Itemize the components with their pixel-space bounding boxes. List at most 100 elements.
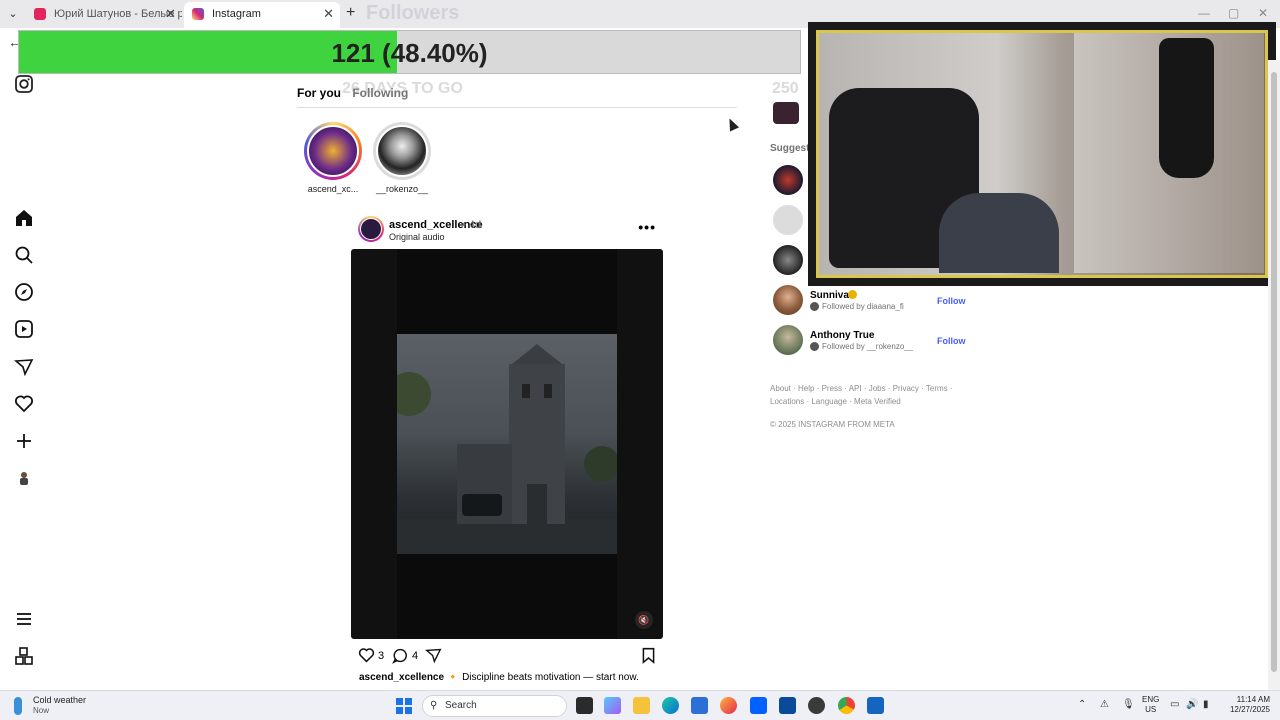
close-tab-icon[interactable]: ✕ — [323, 2, 334, 26]
copilot-icon[interactable] — [604, 697, 621, 714]
story-username: __rokenzo__ — [375, 184, 429, 194]
followers-progress-bar: 121 (48.40%) — [18, 30, 801, 74]
search-icon: ⚲ — [430, 700, 438, 711]
tab-title: Instagram — [212, 8, 261, 20]
comment-icon[interactable] — [392, 647, 409, 664]
reels-icon[interactable] — [14, 319, 34, 339]
network-off-icon[interactable]: ⚠ — [1100, 699, 1109, 710]
post-timestamp: • 4d — [462, 219, 482, 231]
copyright: © 2025 INSTAGRAM FROM META — [770, 420, 895, 429]
followers-overlay-title: Followers — [366, 2, 460, 24]
chrome-icon[interactable] — [838, 697, 855, 714]
weather-subtitle: Now — [33, 706, 50, 715]
microsoft-store-icon[interactable] — [691, 697, 708, 714]
mouse-cursor-icon — [724, 116, 740, 132]
post-author-avatar[interactable] — [358, 216, 384, 242]
mutual-avatar — [810, 302, 819, 311]
current-user-avatar[interactable] — [773, 102, 799, 124]
suggested-avatar[interactable] — [773, 245, 803, 275]
like-heart-icon[interactable] — [358, 647, 375, 664]
mute-toggle-icon[interactable]: 🔇 — [635, 611, 653, 629]
home-icon[interactable] — [14, 208, 34, 228]
clock-date: 12/27/2025 — [1229, 705, 1270, 714]
display-icon[interactable]: ▭ — [1170, 699, 1179, 710]
suggested-avatar-anthony[interactable] — [773, 325, 803, 355]
explore-icon[interactable] — [14, 282, 34, 302]
like-count: 3 — [378, 650, 385, 662]
suggested-avatar[interactable] — [773, 165, 803, 195]
caption-username[interactable]: ascend_xcellence — [359, 672, 444, 683]
app-icon[interactable] — [867, 697, 884, 714]
page-scrollbar[interactable] — [1268, 60, 1280, 690]
search-icon[interactable] — [14, 245, 34, 265]
close-tab-icon[interactable]: ✕ — [165, 2, 176, 26]
youtube-favicon-icon — [34, 8, 46, 20]
notifications-heart-icon[interactable] — [14, 394, 34, 414]
firefox-icon[interactable] — [720, 697, 737, 714]
verified-badge-icon — [848, 290, 857, 299]
battery-icon[interactable]: ▮ — [1203, 699, 1209, 710]
webcam-frame — [816, 30, 1268, 278]
progress-text: 121 (48.40%) — [331, 38, 488, 68]
profile-avatar-icon[interactable] — [14, 468, 34, 488]
caption-text: 🔸 Discipline beats motivation — start no… — [446, 672, 639, 683]
microphone-icon[interactable]: 🎙 — [1122, 699, 1135, 710]
tab-for-you[interactable]: For you — [297, 86, 341, 100]
post-audio-label[interactable]: Original audio — [389, 232, 445, 242]
story-avatar — [376, 125, 428, 177]
share-icon[interactable] — [425, 647, 442, 664]
suggested-followed-by: Followed by diaaana_fi — [822, 302, 904, 311]
story-username: ascend_xc... — [307, 184, 359, 194]
clock-time: 11:14 AM — [1236, 695, 1270, 704]
edge-icon[interactable] — [662, 697, 679, 714]
post-more-options-icon[interactable]: ••• — [638, 219, 656, 235]
also-from-meta-icon[interactable] — [14, 646, 34, 666]
follow-button[interactable]: Follow — [937, 296, 966, 306]
post-header: ascend_xcellence • 4d Original audio ••• — [358, 215, 664, 243]
post-video[interactable]: 🔇 — [351, 249, 663, 639]
story-item[interactable]: __rokenzo__ — [372, 122, 432, 194]
lang-region: US — [1145, 705, 1157, 714]
language-indicator[interactable]: ENG US — [1142, 695, 1159, 715]
post-caption: ascend_xcellence 🔸 Discipline beats moti… — [359, 672, 639, 683]
tray-overflow-chevron-icon[interactable]: ⌃ — [1078, 699, 1086, 710]
start-windows-icon[interactable] — [396, 698, 412, 714]
scrollbar-thumb[interactable] — [1271, 72, 1277, 672]
tab-menu-chevron-icon[interactable]: ⌄ — [4, 5, 22, 23]
weather-thermometer-icon[interactable] — [14, 697, 22, 715]
suggested-name[interactable]: Sunniva — [810, 290, 849, 301]
video-frame-building — [387, 334, 620, 554]
taskbar-search[interactable]: ⚲ Search — [422, 695, 567, 717]
dropbox-icon[interactable] — [750, 697, 767, 714]
create-icon[interactable] — [14, 431, 34, 451]
file-explorer-icon[interactable] — [633, 697, 650, 714]
minimize-button[interactable]: — — [1198, 6, 1210, 20]
taskbar-clock[interactable]: 11:14 AM 12/27/2025 — [1222, 695, 1270, 715]
footer-links[interactable]: About · Help · Press · API · Jobs · Priv… — [770, 382, 970, 408]
app-icon[interactable] — [779, 697, 796, 714]
suggested-avatar-placeholder[interactable] — [773, 205, 803, 235]
messages-icon[interactable] — [14, 357, 34, 377]
maximize-button[interactable]: ▢ — [1228, 6, 1239, 20]
browser-tab-instagram[interactable]: Instagram ✕ — [184, 2, 340, 28]
story-ring — [373, 122, 431, 180]
close-window-button[interactable]: ✕ — [1258, 6, 1268, 20]
browser-tab-youtube[interactable]: Юрий Шатунов - Белые розы ✕ — [26, 2, 182, 28]
story-item[interactable]: ascend_xc... — [303, 122, 363, 194]
post-actions: 3 4 — [358, 647, 658, 667]
volume-icon[interactable]: 🔊 — [1186, 699, 1198, 710]
more-menu-icon[interactable] — [14, 609, 34, 629]
suggested-name[interactable]: Anthony True — [810, 330, 874, 341]
follow-button[interactable]: Follow — [937, 336, 966, 346]
story-ring — [304, 122, 362, 180]
mutual-avatar — [810, 342, 819, 351]
building-illustration — [387, 344, 620, 554]
obs-icon[interactable] — [808, 697, 825, 714]
save-bookmark-icon[interactable] — [640, 647, 657, 664]
weather-title[interactable]: Cold weather — [33, 695, 86, 705]
instagram-logo-icon[interactable] — [14, 74, 34, 94]
suggested-avatar-sunniva[interactable] — [773, 285, 803, 315]
new-tab-button[interactable]: + — [346, 4, 355, 22]
instagram-favicon-icon — [192, 8, 204, 20]
task-view-icon[interactable] — [576, 697, 593, 714]
